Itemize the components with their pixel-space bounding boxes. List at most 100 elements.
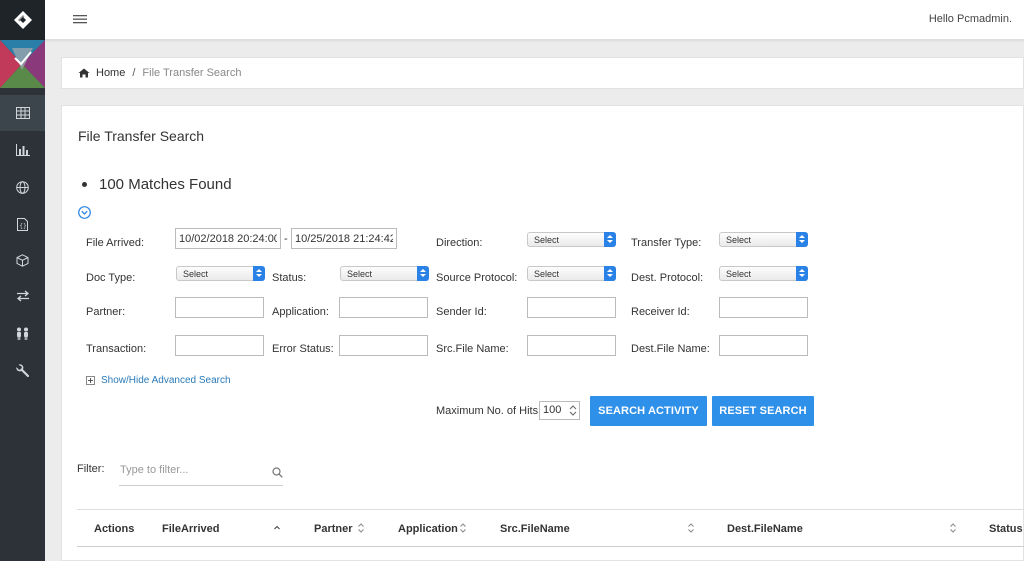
sidebar-item-reports[interactable]	[0, 132, 45, 168]
sort-icon[interactable]	[687, 522, 695, 534]
avatar-image	[0, 40, 45, 88]
chevron-down-circle-icon[interactable]	[78, 206, 91, 219]
column-status[interactable]: Status	[989, 523, 1023, 535]
dest-protocol-label: Dest. Protocol:	[631, 272, 704, 284]
filter-placeholder: Type to filter...	[120, 464, 189, 476]
results-table-header: Actions FileArrived Partner Application …	[77, 509, 1024, 547]
logo-icon	[13, 11, 32, 29]
sort-icon[interactable]	[357, 522, 365, 534]
file-arrived-label: File Arrived:	[86, 237, 145, 249]
stepper-arrows-icon[interactable]	[569, 404, 577, 417]
advanced-search-toggle[interactable]: Show/Hide Advanced Search	[86, 375, 231, 386]
source-protocol-select-value: Select	[534, 269, 560, 279]
dest-file-name-input[interactable]	[719, 335, 808, 356]
filter-label: Filter:	[77, 463, 105, 475]
user-greeting[interactable]: Hello Pcmadmin.	[929, 13, 1012, 25]
home-icon[interactable]	[78, 68, 90, 78]
select-arrows-icon	[604, 232, 616, 247]
status-label: Status:	[272, 272, 307, 284]
transaction-input[interactable]	[175, 335, 264, 356]
source-protocol-select[interactable]: Select	[527, 266, 616, 281]
advanced-search-link-text: Show/Hide Advanced Search	[101, 375, 231, 386]
column-actions: Actions	[94, 523, 135, 535]
error-status-label: Error Status:	[272, 343, 334, 355]
column-partner[interactable]: Partner	[314, 523, 353, 535]
transfer-type-select-value: Select	[726, 235, 752, 245]
sort-icon[interactable]	[459, 522, 467, 534]
receiver-id-input[interactable]	[719, 297, 808, 318]
dest-protocol-select[interactable]: Select	[719, 266, 808, 281]
max-hits-value: 100	[543, 404, 562, 416]
column-application[interactable]: Application	[398, 523, 458, 535]
column-dest-file-name[interactable]: Dest.FileName	[727, 523, 803, 535]
transfer-type-label: Transfer Type:	[631, 237, 702, 249]
breadcrumb-current: File Transfer Search	[142, 67, 242, 79]
users-icon	[17, 327, 28, 340]
doc-type-label: Doc Type:	[86, 272, 136, 284]
column-src-file-name[interactable]: Src.FileName	[500, 523, 570, 535]
top-bar: Hello Pcmadmin.	[45, 0, 1024, 40]
sidebar-item-table[interactable]	[0, 95, 45, 131]
app-logo[interactable]	[0, 0, 45, 40]
file-arrived-from-input[interactable]	[175, 228, 281, 249]
src-file-name-input[interactable]	[527, 335, 616, 356]
application-label: Application:	[272, 306, 329, 318]
table-icon	[15, 107, 30, 119]
max-hits-stepper[interactable]: 100	[539, 401, 580, 420]
transfer-icon	[16, 290, 29, 302]
cube-icon	[16, 253, 29, 267]
direction-select[interactable]: Select	[527, 232, 616, 247]
application-input[interactable]	[339, 297, 428, 318]
breadcrumb-separator: /	[132, 67, 136, 79]
sidebar-item-settings[interactable]	[0, 352, 45, 388]
status-select-value: Select	[347, 269, 373, 279]
dest-protocol-select-value: Select	[726, 269, 752, 279]
sender-id-input[interactable]	[527, 297, 616, 318]
direction-label: Direction:	[436, 237, 483, 249]
search-icon[interactable]	[272, 467, 283, 478]
sidebar-item-transfers[interactable]	[0, 278, 45, 314]
doc-type-select[interactable]: Select	[176, 266, 265, 281]
sidebar-item-users[interactable]	[0, 315, 45, 351]
partner-input[interactable]	[175, 297, 264, 318]
avatar[interactable]	[0, 40, 45, 88]
search-activity-button[interactable]: SEARCH ACTIVITY	[590, 396, 707, 426]
error-status-input[interactable]	[339, 335, 428, 356]
max-hits-label: Maximum No. of Hits	[436, 405, 539, 417]
sort-icon[interactable]	[949, 522, 957, 534]
globe-icon	[16, 180, 29, 194]
source-protocol-label: Source Protocol:	[436, 272, 518, 284]
plus-square-icon	[86, 376, 95, 385]
sender-id-label: Sender Id:	[436, 306, 487, 318]
partner-label: Partner:	[86, 306, 126, 318]
sidebar-item-globe[interactable]	[0, 169, 45, 205]
sidebar-item-documents[interactable]: {}	[0, 206, 45, 242]
matches-text: 100 Matches Found	[99, 176, 232, 193]
status-select[interactable]: Select	[340, 266, 429, 281]
search-panel: File Transfer Search 100 Matches Found F…	[61, 105, 1024, 561]
select-arrows-icon	[417, 266, 429, 281]
transaction-label: Transaction:	[86, 343, 147, 355]
sort-ascending-icon[interactable]	[273, 522, 281, 534]
hamburger-menu-icon[interactable]	[72, 12, 88, 28]
filter-input[interactable]: Type to filter...	[119, 460, 283, 486]
receiver-id-label: Receiver Id:	[631, 306, 690, 318]
column-file-arrived[interactable]: FileArrived	[162, 523, 219, 535]
bar-chart-icon	[15, 144, 30, 156]
breadcrumb: Home / File Transfer Search	[61, 57, 1024, 89]
file-arrived-to-input[interactable]	[291, 228, 397, 249]
page-title: File Transfer Search	[78, 128, 205, 144]
reset-search-button[interactable]: RESET SEARCH	[712, 396, 814, 426]
direction-select-value: Select	[534, 235, 560, 245]
dest-file-name-label: Dest.File Name:	[631, 343, 710, 355]
sidebar: {}	[0, 0, 45, 561]
wrench-icon	[16, 363, 29, 377]
select-arrows-icon	[604, 266, 616, 281]
select-arrows-icon	[253, 266, 265, 281]
date-range-separator: -	[284, 233, 288, 245]
breadcrumb-home-link[interactable]: Home	[96, 67, 125, 79]
transfer-type-select[interactable]: Select	[719, 232, 808, 247]
matches-count: 100 Matches Found	[82, 176, 232, 193]
document-icon: {}	[17, 217, 28, 231]
sidebar-item-packages[interactable]	[0, 242, 45, 278]
